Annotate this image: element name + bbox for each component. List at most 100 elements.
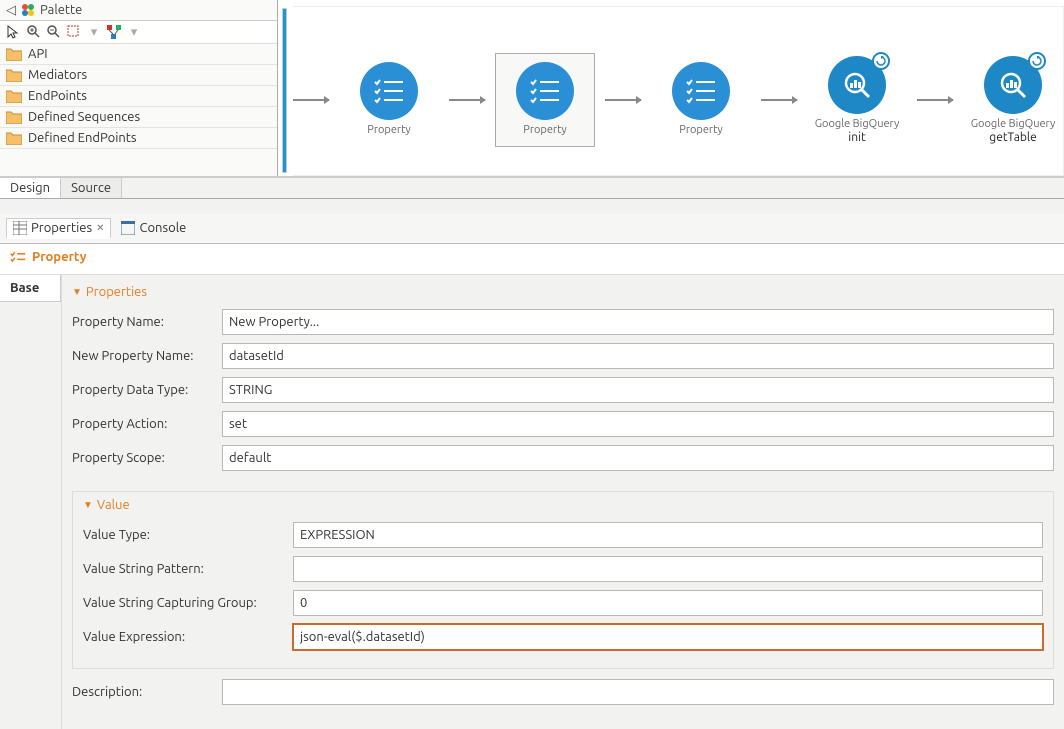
view-tab-label: Console <box>139 221 186 235</box>
checklist-icon <box>516 62 574 120</box>
input-property-data-type[interactable] <box>222 377 1054 403</box>
row-new-property-name: New Property Name: <box>72 343 1054 369</box>
dropdown-sep: ▾ <box>86 24 102 40</box>
properties-view-icon <box>13 221 27 235</box>
close-icon[interactable]: ✕ <box>96 222 104 234</box>
label-description: Description: <box>72 685 222 699</box>
palette-item-defined-sequences[interactable]: Defined Sequences <box>0 107 277 128</box>
row-value-expression: Value Expression: <box>83 624 1043 650</box>
row-value-type: Value Type: <box>83 522 1043 548</box>
editor-mode-tabs: Design Source <box>0 177 1064 199</box>
twistie-icon: ▼ <box>72 286 82 298</box>
refresh-badge-icon <box>872 52 890 70</box>
zoom-in-icon[interactable] <box>26 24 42 40</box>
bigquery-icon <box>828 56 886 114</box>
twistie-icon: ▼ <box>83 499 93 511</box>
input-value-string-capturing-group[interactable] <box>293 590 1043 616</box>
palette-item-endpoints[interactable]: EndPoints <box>0 86 277 107</box>
palette-item-api[interactable]: API <box>0 44 277 65</box>
palette-toolbar: ▾ ▾ <box>0 21 277 44</box>
palette-swatch-icon <box>20 2 36 18</box>
section-value-title[interactable]: ▼Value <box>73 492 1053 518</box>
palette-item-label: API <box>28 47 48 61</box>
section-properties-title[interactable]: ▼ Properties <box>62 279 1064 305</box>
back-chevron-icon[interactable]: ◁ <box>6 3 16 18</box>
canvas-panel[interactable]: Property Property Property <box>278 0 1064 176</box>
label-property-scope: Property Scope: <box>72 451 222 465</box>
flow-arrow <box>761 99 797 101</box>
view-tab-label: Properties <box>31 221 92 235</box>
label-value-expression: Value Expression: <box>83 630 293 644</box>
sidebar-tab-base[interactable]: Base <box>0 275 61 302</box>
tree-icon[interactable] <box>106 24 122 40</box>
node-label: Property <box>679 124 722 137</box>
input-property-name[interactable] <box>222 309 1054 335</box>
refresh-badge-icon <box>1028 52 1046 70</box>
folder-icon <box>6 47 22 61</box>
marquee-icon[interactable] <box>66 24 82 40</box>
node-label: Property <box>523 124 566 137</box>
flow-node-bigquery-init[interactable]: Google BigQuery init <box>807 48 907 152</box>
palette-item-defined-endpoints[interactable]: Defined EndPoints <box>0 128 277 149</box>
folder-icon <box>6 89 22 103</box>
tab-design[interactable]: Design <box>0 178 61 198</box>
folder-icon <box>6 110 22 124</box>
label-value-string-pattern: Value String Pattern: <box>83 562 293 576</box>
input-property-action[interactable] <box>222 411 1054 437</box>
heading-bar: Property <box>0 244 1064 275</box>
row-property-action: Property Action: <box>72 411 1054 437</box>
label-property-name: Property Name: <box>72 315 222 329</box>
label-property-action: Property Action: <box>72 417 222 431</box>
dropdown-sep-2: ▾ <box>126 24 142 40</box>
section-title-text: Properties <box>86 285 147 299</box>
node-sublabel: getTable <box>989 131 1036 144</box>
zoom-out-icon[interactable] <box>46 24 62 40</box>
flow-arrow <box>449 99 485 101</box>
input-new-property-name[interactable] <box>222 343 1054 369</box>
checklist-heading-icon <box>10 251 26 263</box>
palette-item-label: Mediators <box>28 68 87 82</box>
view-tab-properties[interactable]: Properties ✕ <box>6 218 111 239</box>
label-value-string-capturing-group: Value String Capturing Group: <box>83 596 293 610</box>
flow-arrow <box>917 99 953 101</box>
label-value-type: Value Type: <box>83 528 293 542</box>
label-property-data-type: Property Data Type: <box>72 383 222 397</box>
checklist-icon <box>360 62 418 120</box>
row-description: Description: <box>72 679 1054 705</box>
flow-arrow <box>293 99 329 101</box>
palette-title: Palette <box>40 3 82 17</box>
cursor-icon[interactable] <box>6 24 22 40</box>
flow-node-property-1[interactable]: Property <box>339 54 439 145</box>
input-value-string-pattern[interactable] <box>293 556 1043 582</box>
folder-icon <box>6 131 22 145</box>
form-sidebar: Base <box>0 275 62 729</box>
tab-source[interactable]: Source <box>61 178 122 198</box>
row-property-scope: Property Scope: <box>72 445 1054 471</box>
node-label: Google BigQuery <box>815 118 900 131</box>
views-tabs: Properties ✕ Console <box>0 214 1064 244</box>
palette-header: ◁ Palette <box>0 0 277 21</box>
node-label: Google BigQuery <box>971 118 1056 131</box>
flow-node-property-3[interactable]: Property <box>651 54 751 145</box>
input-description[interactable] <box>222 679 1054 705</box>
row-value-string-pattern: Value String Pattern: <box>83 556 1043 582</box>
view-tab-console[interactable]: Console <box>115 219 192 239</box>
bigquery-icon <box>984 56 1042 114</box>
palette-item-mediators[interactable]: Mediators <box>0 65 277 86</box>
node-sublabel: init <box>848 131 865 144</box>
flow-node-bigquery-gettable[interactable]: Google BigQuery getTable <box>963 48 1063 152</box>
checklist-icon <box>672 62 730 120</box>
flow-diagram: Property Property Property <box>293 6 1064 176</box>
input-property-scope[interactable] <box>222 445 1054 471</box>
palette-item-label: EndPoints <box>28 89 87 103</box>
folder-icon <box>6 68 22 82</box>
sequence-start-block[interactable] <box>282 8 287 173</box>
form-area: Base ▼ Properties Property Name: New Prop… <box>0 275 1064 729</box>
page-title: Property <box>10 250 1054 264</box>
form-main: ▼ Properties Property Name: New Property … <box>62 275 1064 729</box>
input-value-type[interactable] <box>293 522 1043 548</box>
palette-item-label: Defined EndPoints <box>28 131 137 145</box>
input-value-expression[interactable] <box>293 624 1043 650</box>
row-property-name: Property Name: <box>72 309 1054 335</box>
flow-node-property-2[interactable]: Property <box>495 53 595 146</box>
